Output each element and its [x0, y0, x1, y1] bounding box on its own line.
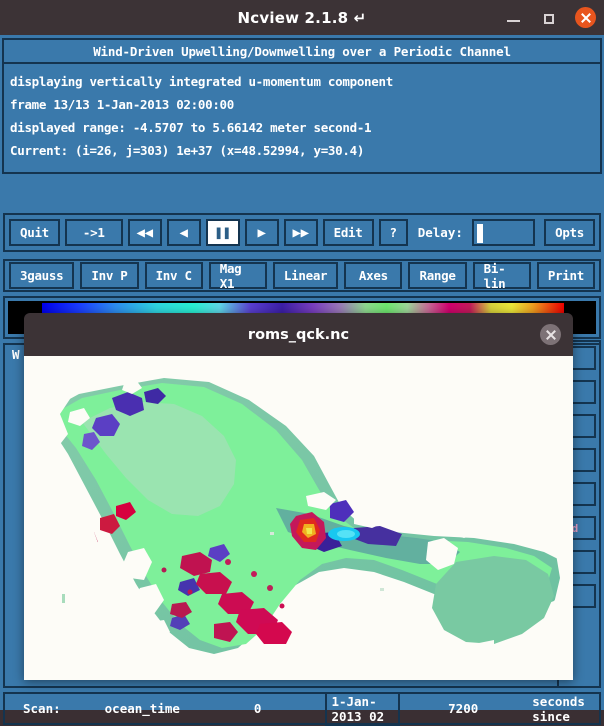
scan-time-value: 7200 [448, 701, 479, 716]
window-titlebar: Ncview 2.1.8 ↵ [0, 0, 604, 35]
go-to-first-frame-button[interactable]: ->1 [64, 219, 123, 246]
dialog-close-icon[interactable] [540, 324, 561, 345]
colormap-button[interactable]: 3gauss [9, 262, 75, 289]
field-heatmap[interactable] [24, 356, 573, 680]
edit-button[interactable]: Edit [322, 219, 374, 246]
info-frame: frame 13/13 1-Jan-2013 02:00:00 [10, 97, 234, 112]
options-button[interactable]: Opts [544, 219, 595, 246]
fast-forward-button[interactable]: ▶▶ [283, 219, 318, 246]
info-panel: displaying vertically integrated u-momen… [2, 64, 602, 174]
step-back-button[interactable]: ◀ [166, 219, 201, 246]
scale-transform-button[interactable]: Linear [272, 262, 339, 289]
invert-colormap-button[interactable]: Inv C [144, 262, 203, 289]
display-options-toolbar: 3gauss Inv P Inv C Mag X1 Linear Axes Ra… [3, 259, 601, 292]
info-range: displayed range: -4.5707 to 5.66142 mete… [10, 120, 372, 135]
help-button[interactable]: ? [378, 219, 408, 246]
dialog-body[interactable] [24, 356, 573, 680]
dialog-title: roms_qck.nc [247, 326, 350, 343]
maximize-button[interactable] [540, 9, 558, 27]
invert-physical-button[interactable]: Inv P [80, 262, 139, 289]
page-title: Wind-Driven Upwelling/Downwelling over a… [93, 43, 511, 59]
cyan-minimum-core [328, 527, 360, 541]
scan-label: Scan: [23, 701, 61, 716]
pause-icon: ❚❚ [214, 224, 231, 241]
fast-forward-icon: ▶▶ [292, 224, 309, 241]
dialog-titlebar: roms_qck.nc [24, 313, 573, 356]
minimize-button[interactable] [505, 9, 523, 27]
close-button[interactable] [575, 7, 596, 28]
print-button[interactable]: Print [536, 262, 596, 289]
quit-button[interactable]: Quit [9, 219, 60, 246]
interpolation-button[interactable]: Bi-lin [472, 261, 531, 291]
rewind-icon: ◀◀ [136, 224, 153, 241]
playback-toolbar: Quit ->1 ◀◀ ◀ ❚❚ ▶ ▶▶ Edit ? Delay: Opts [3, 213, 601, 252]
axes-button[interactable]: Axes [344, 262, 403, 289]
play-button[interactable]: ▶ [244, 219, 279, 246]
delay-label: Delay: [417, 225, 463, 240]
plot-panel-left-label: W [12, 347, 20, 362]
info-current: Current: (i=26, j=303) 1e+37 (x=48.52994… [10, 143, 365, 158]
scan-bar: Scan: ocean_time 0 1-Jan-2013 02 7200 se… [3, 691, 601, 726]
scan-variable[interactable]: ocean_time [101, 701, 184, 716]
text-caret [476, 224, 483, 243]
window-buttons [505, 0, 596, 35]
info-displaying: displaying vertically integrated u-momen… [10, 74, 393, 89]
dataset-title-bar: Wind-Driven Upwelling/Downwelling over a… [2, 38, 602, 64]
play-icon: ▶ [257, 224, 266, 241]
scan-date-field[interactable]: 1-Jan-2013 02 [325, 691, 401, 726]
scan-index: 0 [253, 701, 262, 716]
pause-button[interactable]: ❚❚ [205, 219, 240, 246]
magnification-button[interactable]: Mag X1 [208, 261, 267, 291]
image-dialog: roms_qck.nc [24, 313, 573, 680]
delay-input[interactable] [471, 219, 536, 246]
scan-units: seconds since [532, 693, 585, 724]
step-back-icon: ◀ [179, 224, 188, 241]
range-button[interactable]: Range [408, 262, 467, 289]
rewind-button[interactable]: ◀◀ [127, 219, 162, 246]
